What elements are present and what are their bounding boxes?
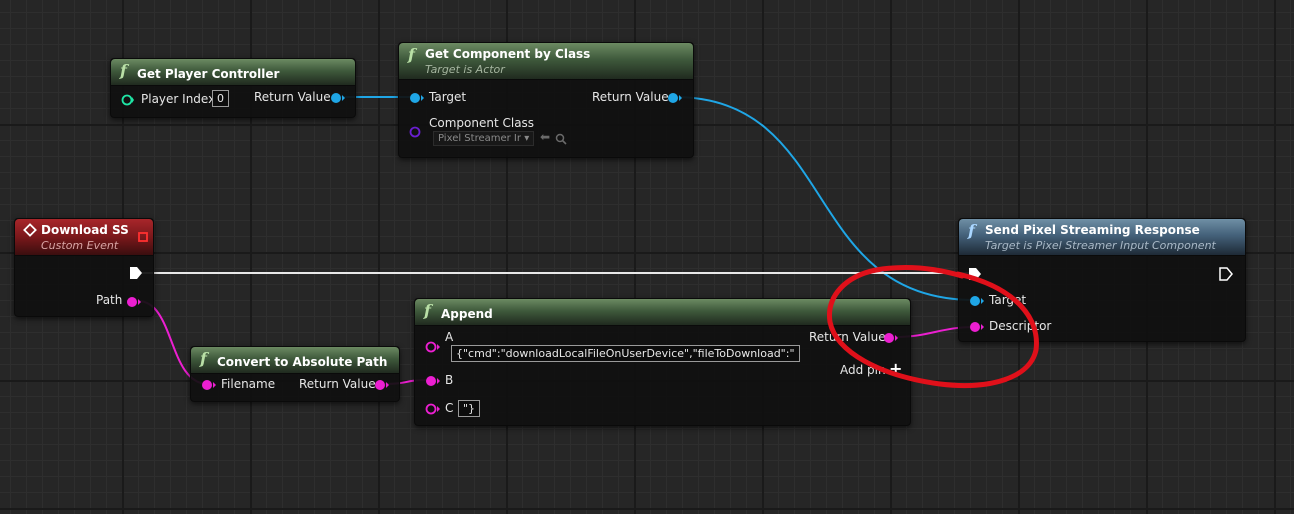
function-icon: f bbox=[200, 349, 207, 368]
target-label: Target bbox=[989, 293, 1027, 307]
node-get-component-by-class[interactable]: f Get Component by Class Target is Actor… bbox=[398, 42, 694, 158]
pin-c-label: C bbox=[445, 401, 454, 415]
node-header[interactable]: f Get Player Controller bbox=[111, 59, 355, 86]
node-title: Send Pixel Streaming Response bbox=[985, 223, 1200, 237]
wire-component-to-send-target bbox=[673, 96, 976, 301]
node-title: Get Player Controller bbox=[137, 67, 280, 81]
return-value-label: Return Value bbox=[809, 330, 886, 344]
string-pin-icon[interactable] bbox=[374, 379, 390, 391]
function-icon: f bbox=[968, 221, 975, 240]
node-header[interactable]: f Convert to Absolute Path bbox=[191, 347, 399, 374]
exec-in-pin-icon[interactable] bbox=[968, 267, 982, 281]
node-send-pixel-streaming-response[interactable]: f Send Pixel Streaming Response Target i… bbox=[958, 218, 1246, 342]
function-icon: f bbox=[120, 61, 127, 80]
node-title: Get Component by Class bbox=[425, 47, 591, 61]
string-pin-icon[interactable] bbox=[425, 403, 441, 415]
pin-a-input[interactable]: {"cmd":"downloadLocalFileOnUserDevice","… bbox=[451, 345, 800, 362]
add-pin-plus-icon[interactable]: + bbox=[889, 359, 902, 378]
pin-b-label: B bbox=[445, 373, 454, 387]
node-append[interactable]: f Append A {"cmd":"downloadLocalFileOnUs… bbox=[414, 298, 911, 426]
node-header[interactable]: Download SS Custom Event bbox=[15, 219, 153, 256]
object-pin-icon[interactable] bbox=[969, 295, 985, 307]
player-index-label: Player Index bbox=[141, 92, 216, 106]
string-pin-icon[interactable] bbox=[126, 296, 142, 308]
use-selected-arrow-icon[interactable]: ⬅ bbox=[540, 130, 550, 144]
node-header[interactable]: f Get Component by Class Target is Actor bbox=[399, 43, 693, 80]
string-pin-icon[interactable] bbox=[201, 379, 217, 391]
string-pin-icon[interactable] bbox=[883, 332, 899, 344]
return-value-label: Return Value bbox=[299, 377, 376, 391]
string-pin-icon[interactable] bbox=[425, 341, 441, 353]
function-icon: f bbox=[408, 45, 415, 64]
player-index-input[interactable]: 0 bbox=[212, 90, 229, 107]
int-pin-icon[interactable] bbox=[121, 94, 135, 106]
exec-out-pin-icon[interactable] bbox=[1219, 267, 1233, 281]
object-pin-icon[interactable] bbox=[667, 92, 683, 104]
node-header[interactable]: f Send Pixel Streaming Response Target i… bbox=[959, 219, 1245, 256]
return-value-label: Return Value bbox=[592, 90, 669, 104]
node-title: Download SS bbox=[41, 223, 129, 237]
exec-out-pin-icon[interactable] bbox=[129, 266, 143, 280]
component-class-dropdown[interactable]: Pixel Streamer Ir ▾ bbox=[433, 131, 535, 146]
component-class-value: Pixel Streamer Ir bbox=[438, 133, 521, 144]
string-pin-icon[interactable] bbox=[425, 375, 441, 387]
node-download-ss-event[interactable]: Download SS Custom Event Path bbox=[14, 218, 154, 317]
chevron-down-icon: ▾ bbox=[524, 133, 530, 144]
descriptor-label: Descriptor bbox=[989, 319, 1052, 333]
node-subtitle: Target is Actor bbox=[425, 63, 505, 76]
path-label: Path bbox=[96, 293, 123, 307]
object-pin-icon[interactable] bbox=[330, 92, 346, 104]
function-icon: f bbox=[424, 301, 431, 320]
node-header[interactable]: f Append bbox=[415, 299, 910, 326]
browse-search-icon[interactable] bbox=[555, 133, 567, 145]
delegate-pin-icon[interactable] bbox=[138, 232, 149, 243]
node-title: Append bbox=[441, 307, 493, 321]
object-pin-icon[interactable] bbox=[409, 92, 425, 104]
class-pin-icon[interactable] bbox=[409, 126, 423, 138]
node-title: Convert to Absolute Path bbox=[217, 355, 388, 369]
filename-label: Filename bbox=[221, 377, 276, 391]
node-subtitle: Custom Event bbox=[41, 239, 119, 252]
event-diamond-icon bbox=[23, 223, 37, 237]
node-subtitle: Target is Pixel Streamer Input Component bbox=[985, 239, 1216, 252]
string-pin-icon[interactable] bbox=[969, 321, 985, 333]
pin-c-input[interactable]: "} bbox=[458, 400, 481, 417]
add-pin-label[interactable]: Add pin bbox=[840, 363, 886, 377]
return-value-label: Return Value bbox=[254, 90, 331, 104]
component-class-label: Component Class bbox=[429, 116, 535, 130]
pin-a-label: A bbox=[445, 330, 454, 344]
node-convert-to-absolute-path[interactable]: f Convert to Absolute Path Filename Retu… bbox=[190, 346, 400, 402]
target-label: Target bbox=[429, 90, 467, 104]
node-get-player-controller[interactable]: f Get Player Controller Player Index 0 R… bbox=[110, 58, 356, 118]
